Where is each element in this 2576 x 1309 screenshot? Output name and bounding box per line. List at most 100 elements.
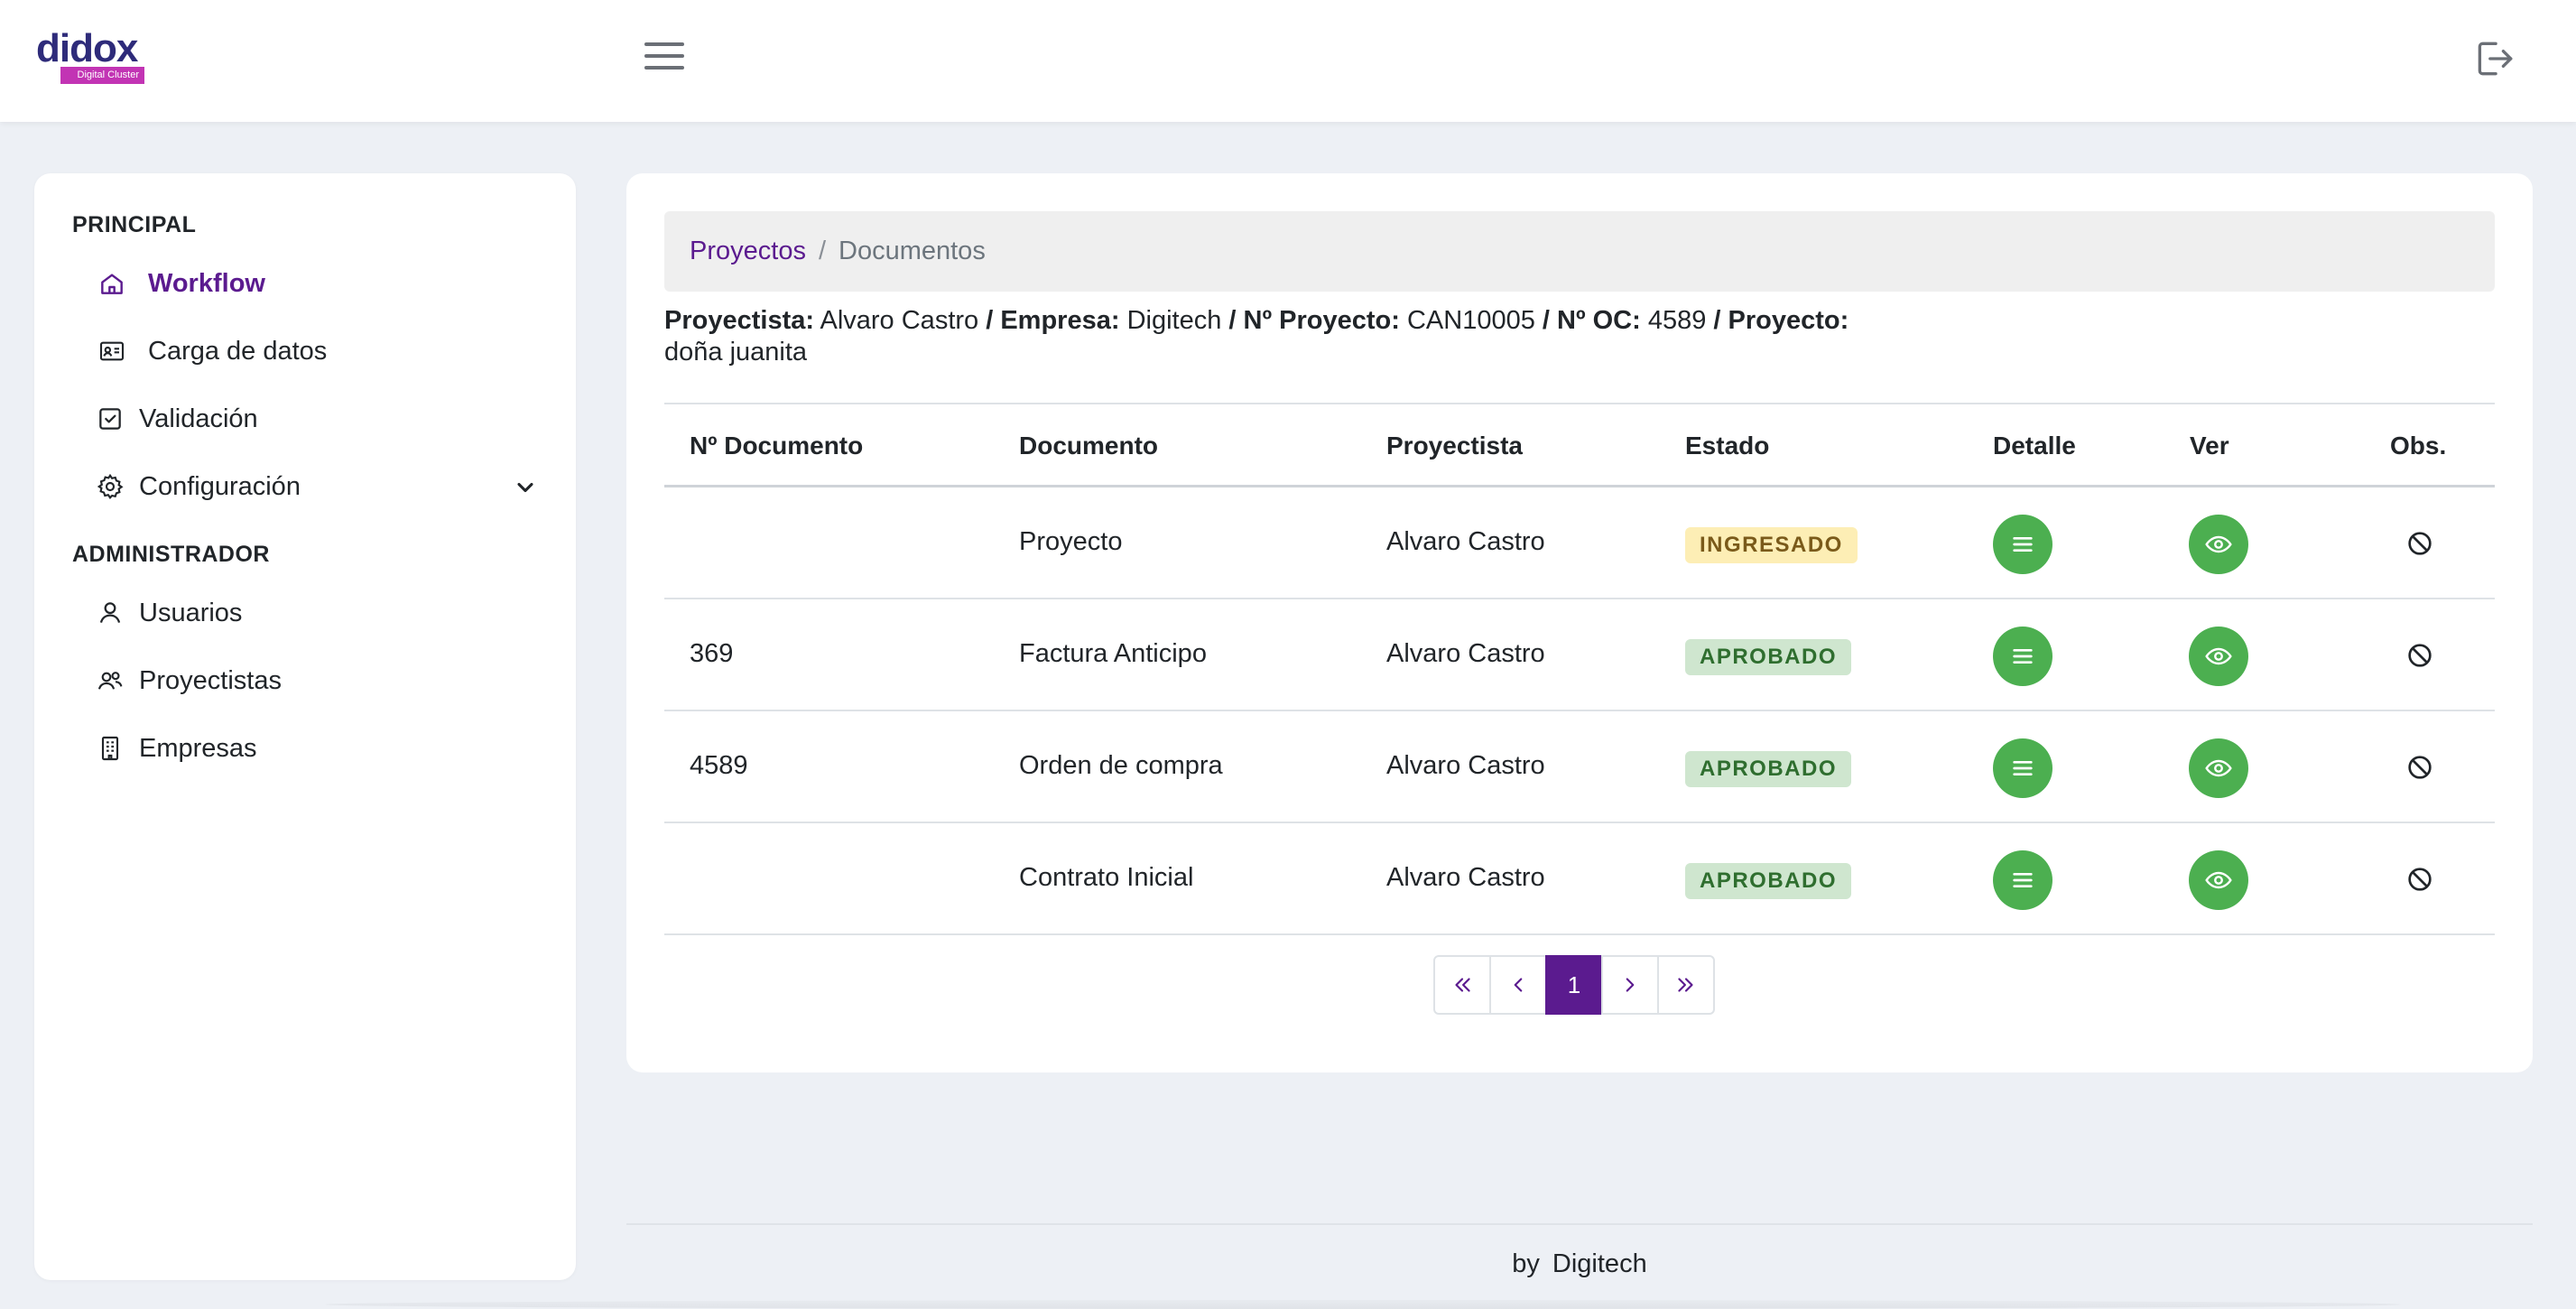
eye-icon [2205, 759, 2232, 777]
cell-proyectista: Alvaro Castro [1386, 527, 1545, 556]
list-icon [2013, 761, 2033, 775]
chevron-down-icon[interactable] [513, 475, 538, 500]
cell-documento: Proyecto [1019, 527, 1123, 556]
col-header-documento: Documento [1019, 432, 1158, 460]
detail-button[interactable] [1993, 850, 2052, 910]
footer-by: by [1512, 1249, 1540, 1278]
col-header-ver: Ver [2190, 432, 2229, 460]
sidebar-item-carga-de-datos[interactable]: Carga de datos [97, 330, 327, 373]
nproyecto-label: Nº Proyecto: [1243, 306, 1400, 335]
sidebar: PRINCIPAL Workflow Carga de datos Valida… [34, 173, 576, 1280]
breadcrumb: Proyectos / Documentos [664, 211, 2495, 292]
sidebar-section-principal: PRINCIPAL [72, 212, 197, 237]
info-separator: / [986, 306, 994, 335]
top-navbar: didox Digital Cluster [0, 0, 2576, 122]
building-icon [96, 734, 125, 763]
view-button[interactable] [2189, 627, 2248, 686]
proyecto-label: Proyecto: [1728, 306, 1849, 335]
sidebar-item-empresas[interactable]: Empresas [96, 727, 257, 770]
empresa-label: Empresa: [1000, 306, 1120, 335]
logo-tagline: Digital Cluster [60, 67, 144, 84]
chevrons-left-icon [1455, 978, 1470, 992]
noc-value: 4589 [1647, 306, 1707, 335]
table-row: Proyecto Alvaro Castro INGRESADO [664, 487, 2495, 599]
info-separator: / [1542, 306, 1550, 335]
table-row: 369 Factura Anticipo Alvaro Castro APROB… [664, 599, 2495, 711]
breadcrumb-separator: / [818, 237, 827, 265]
page-number-button[interactable]: 1 [1545, 955, 1603, 1015]
nproyecto-value: CAN10005 [1406, 306, 1535, 335]
col-header-numero: Nº Documento [690, 432, 864, 460]
view-button[interactable] [2189, 515, 2248, 574]
cell-numero: 369 [690, 639, 734, 668]
didox-logo[interactable]: didox Digital Cluster [36, 29, 149, 87]
logo-word: didox [36, 26, 138, 70]
sidebar-item-label: Empresas [139, 733, 257, 763]
chevrons-right-icon [1678, 978, 1693, 992]
proyectista-value: Alvaro Castro [820, 306, 979, 335]
obs-blocked-icon[interactable] [2405, 641, 2434, 670]
sidebar-item-label: Workflow [148, 268, 265, 298]
breadcrumb-link-proyectos[interactable]: Proyectos [690, 237, 806, 266]
view-button[interactable] [2189, 850, 2248, 910]
table-row: 4589 Orden de compra Alvaro Castro APROB… [664, 711, 2495, 823]
obs-blocked-icon[interactable] [2405, 529, 2434, 558]
cell-proyectista: Alvaro Castro [1386, 863, 1545, 892]
detail-button[interactable] [1993, 738, 2052, 798]
table-header: Nº Documento Documento Proyectista Estad… [664, 403, 2495, 487]
status-badge: APROBADO [1685, 863, 1852, 899]
cell-documento: Orden de compra [1019, 751, 1223, 780]
eye-icon [2205, 535, 2232, 553]
table-row: Contrato Inicial Alvaro Castro APROBADO [664, 823, 2495, 935]
obs-blocked-icon[interactable] [2405, 865, 2434, 894]
breadcrumb-current: Documentos [839, 237, 986, 265]
sidebar-section-administrador: ADMINISTRADOR [72, 542, 270, 567]
footer-divider [626, 1223, 2533, 1225]
page-prev-button[interactable] [1489, 955, 1547, 1015]
cell-documento: Contrato Inicial [1019, 863, 1194, 892]
project-info: Proyectista: Alvaro Castro / Empresa: Di… [664, 305, 1928, 368]
menu-toggle-icon[interactable] [644, 42, 684, 75]
pagination: 1 [1433, 955, 1715, 1015]
cell-proyectista: Alvaro Castro [1386, 639, 1545, 668]
sidebar-item-label: Usuarios [139, 598, 243, 627]
detail-button[interactable] [1993, 515, 2052, 574]
list-icon [2013, 537, 2033, 552]
gear-icon [96, 472, 125, 501]
proyectista-label: Proyectista: [664, 306, 815, 335]
detail-button[interactable] [1993, 627, 2052, 686]
proyecto-value: doña juanita [664, 338, 808, 367]
noc-label: Nº OC: [1557, 306, 1641, 335]
sidebar-item-label: Configuración [139, 471, 301, 501]
info-separator: / [1228, 306, 1237, 335]
page-first-button[interactable] [1433, 955, 1491, 1015]
cell-proyectista: Alvaro Castro [1386, 751, 1545, 780]
documents-table: Nº Documento Documento Proyectista Estad… [664, 403, 2495, 935]
eye-icon [2205, 871, 2232, 889]
sidebar-item-proyectistas[interactable]: Proyectistas [96, 659, 282, 702]
list-icon [2013, 873, 2033, 887]
col-header-estado: Estado [1685, 432, 1770, 460]
check-square-icon [96, 404, 125, 433]
page-next-button[interactable] [1601, 955, 1659, 1015]
id-card-icon [97, 337, 126, 366]
sidebar-item-label: Carga de datos [148, 336, 328, 366]
logout-icon[interactable] [2471, 36, 2516, 81]
sidebar-item-workflow[interactable]: Workflow [97, 262, 265, 305]
users-icon [96, 666, 125, 695]
chevron-right-icon [1626, 978, 1635, 992]
sidebar-item-validacion[interactable]: Validación [96, 397, 258, 441]
documents-card: Proyectos / Documentos Proyectista: Alva… [626, 173, 2533, 1072]
empresa-value: Digitech [1126, 306, 1222, 335]
status-badge: INGRESADO [1685, 527, 1858, 563]
footer-company: Digitech [1552, 1249, 1647, 1278]
sidebar-item-configuracion[interactable]: Configuración [96, 465, 301, 508]
obs-blocked-icon[interactable] [2405, 753, 2434, 782]
eye-icon [2205, 647, 2232, 665]
footer: by Digitech [626, 1249, 2533, 1279]
col-header-proyectista: Proyectista [1386, 432, 1523, 460]
page-last-button[interactable] [1657, 955, 1715, 1015]
sidebar-item-usuarios[interactable]: Usuarios [96, 591, 242, 635]
sidebar-item-label: Validación [139, 404, 258, 433]
view-button[interactable] [2189, 738, 2248, 798]
